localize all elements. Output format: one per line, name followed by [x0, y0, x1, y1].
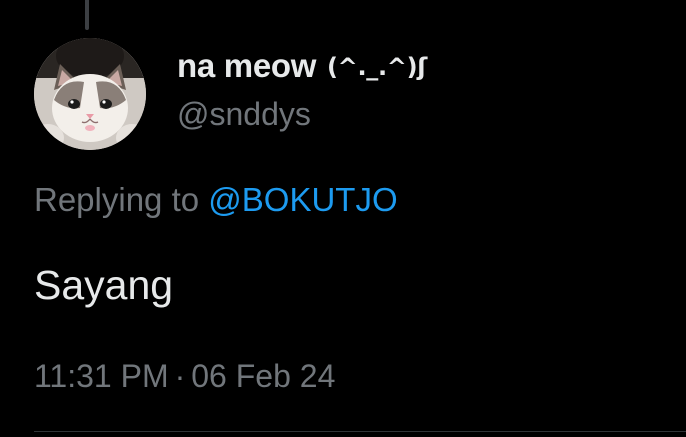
avatar[interactable] [34, 38, 146, 150]
replying-to-line: Replying to @BOKUTJO [34, 178, 398, 222]
reply-mention-link[interactable]: @BOKUTJO [208, 181, 397, 218]
display-name[interactable]: na meow (^._.^)ʃ [177, 46, 427, 87]
display-name-text: na meow [177, 47, 317, 84]
tweet-text: Sayang [34, 262, 174, 308]
tweet-time: 11:31 PM [34, 358, 169, 394]
divider [34, 431, 686, 432]
meta-separator: · [174, 358, 186, 394]
thread-connector-line [85, 0, 89, 30]
user-handle[interactable]: @snddys [177, 95, 427, 133]
author-names: na meow (^._.^)ʃ @snddys [177, 46, 427, 133]
cat-face-avatar-icon [34, 38, 146, 150]
tweet-timestamp[interactable]: 11:31 PM · 06 Feb 24 [34, 354, 335, 398]
replying-to-prefix: Replying to [34, 181, 200, 218]
display-name-kaomoji: (^._.^)ʃ [326, 53, 427, 81]
tweet-date: 06 Feb 24 [191, 358, 336, 394]
